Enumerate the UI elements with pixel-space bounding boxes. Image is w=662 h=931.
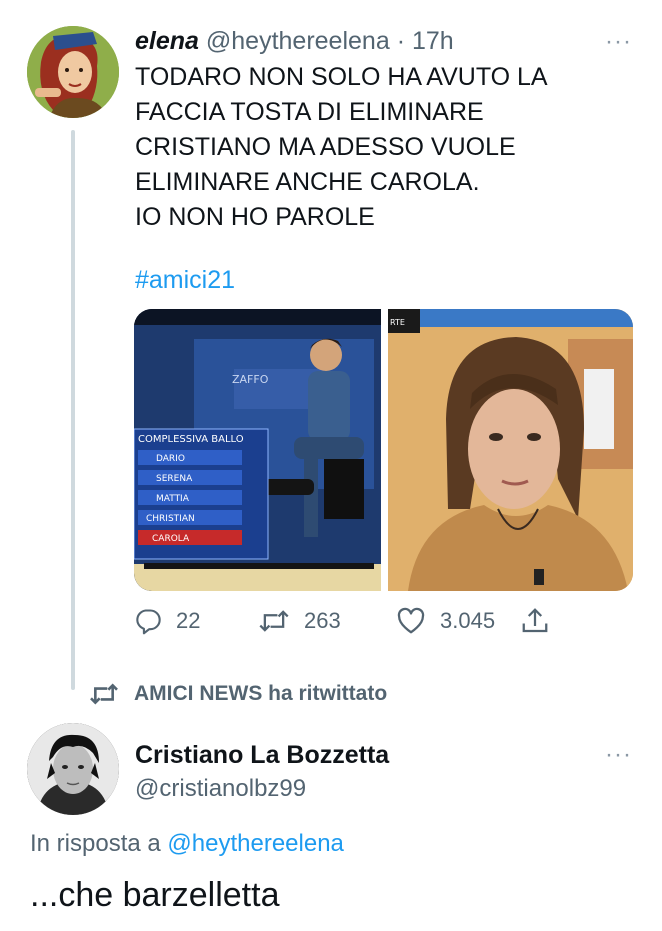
author-name[interactable]: elena — [135, 27, 199, 55]
like-button[interactable]: 3.045 — [396, 604, 495, 638]
board-name-3: MATTIA — [156, 494, 190, 504]
share-icon — [522, 608, 548, 633]
thread-connector-line — [71, 130, 75, 690]
tv-studio-photo: ZAFFO COMPLESSIVA BALLO DARIO SERENA MAT… — [134, 309, 381, 591]
hashtag-link[interactable]: #amici21 — [135, 264, 235, 296]
replying-to-mention[interactable]: @heythereelena — [167, 830, 343, 857]
retweet-notice-text: AMICI NEWS ha ritwittato — [134, 682, 388, 705]
replying-to-label: In risposta a — [30, 830, 168, 857]
retweet-icon — [259, 610, 289, 632]
retweet-button[interactable]: 263 — [258, 604, 341, 638]
photo-corner-label: RTE — [390, 318, 405, 327]
tweet-header: elena @heythereelena · 17h — [135, 26, 454, 56]
board-name-1: DARIO — [156, 454, 185, 464]
tv-logo: ZAFFO — [232, 373, 269, 386]
reply-button[interactable]: 22 — [134, 604, 200, 638]
share-button[interactable] — [520, 604, 550, 638]
board-name-2: SERENA — [156, 474, 193, 484]
header-separator: · — [396, 27, 406, 55]
tweet-media[interactable]: ZAFFO COMPLESSIVA BALLO DARIO SERENA MAT… — [134, 309, 633, 591]
reply-author-handle[interactable]: @cristianolbz99 — [135, 773, 306, 805]
retweet-icon — [90, 683, 118, 705]
tweet-actions-bar: 22 263 3.045 — [134, 604, 574, 638]
avatar[interactable] — [27, 723, 119, 815]
reply-icon — [136, 609, 161, 635]
reply-text: ...che barzelletta — [30, 876, 280, 914]
replying-to-line: In risposta a @heythereelena — [30, 828, 344, 860]
board-name-5: CAROLA — [152, 534, 190, 544]
board-name-4: CHRISTIAN — [146, 514, 195, 524]
reply-count: 22 — [176, 608, 201, 633]
like-count: 3.045 — [440, 608, 496, 633]
retweet-count: 263 — [304, 608, 341, 633]
avatar-cristiano-photo — [27, 723, 119, 815]
heart-icon — [397, 607, 425, 634]
board-title: COMPLESSIVA BALLO — [138, 434, 244, 445]
reply-author-name[interactable]: Cristiano La Bozzetta — [135, 739, 389, 771]
media-photo-right[interactable]: RTE — [388, 309, 633, 591]
more-options-icon[interactable]: ··· — [605, 743, 632, 767]
tweet-text: TODARO NON SOLO HA AVUTO LA FACCIA TOSTA… — [135, 63, 548, 231]
tweet-timestamp[interactable]: 17h — [412, 27, 454, 55]
media-photo-left[interactable]: ZAFFO COMPLESSIVA BALLO DARIO SERENA MAT… — [134, 309, 381, 591]
avatar-elena-illustration — [27, 26, 119, 118]
author-handle[interactable]: @heythereelena — [206, 27, 390, 55]
more-options-icon[interactable]: ··· — [605, 30, 632, 54]
girl-portrait-photo: RTE — [388, 309, 633, 591]
avatar[interactable] — [27, 26, 119, 118]
retweet-notice[interactable]: AMICI NEWS ha ritwittato — [88, 678, 387, 710]
